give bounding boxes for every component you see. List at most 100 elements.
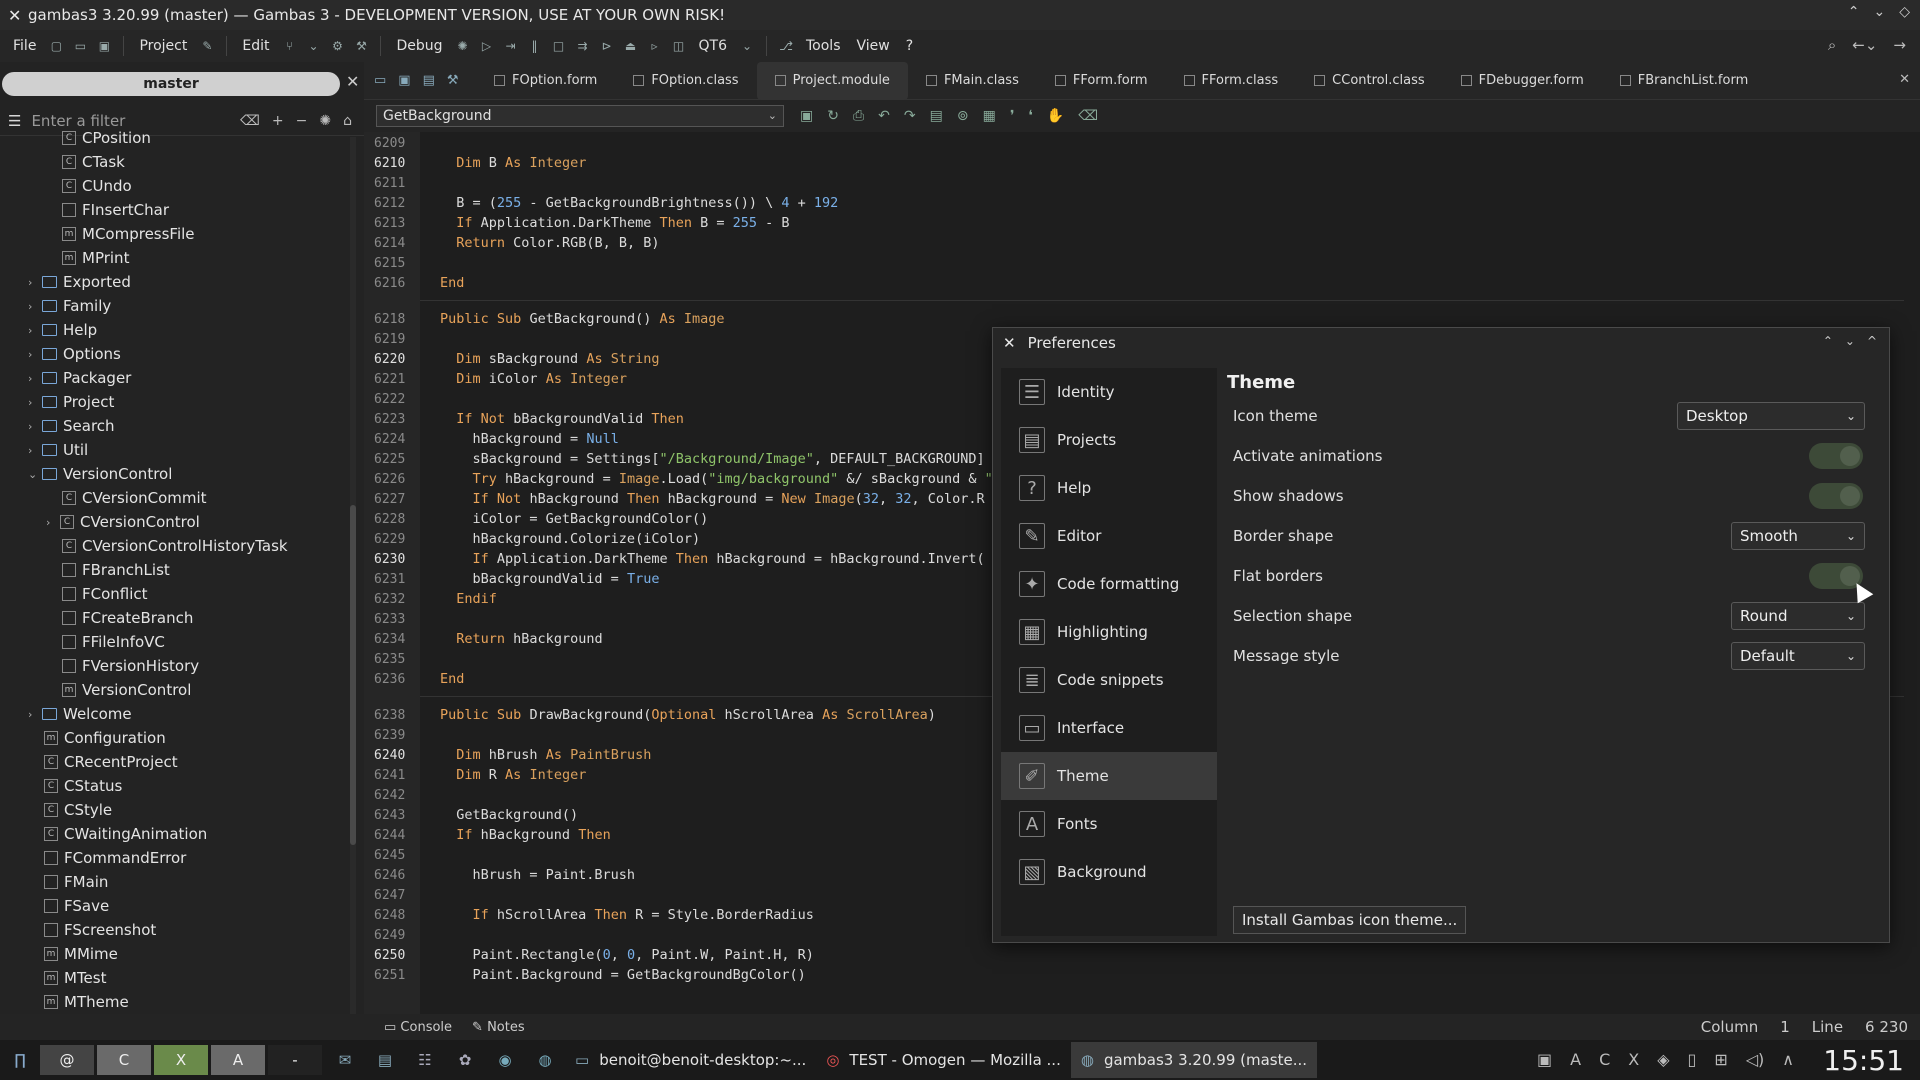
- find-icon[interactable]: ⊚: [957, 108, 969, 124]
- pref-category-theme[interactable]: ✐ Theme: [1001, 752, 1217, 800]
- code-line[interactable]: If Application.DarkTheme Then hBackgroun…: [440, 551, 985, 567]
- tree-item[interactable]: m VersionControl: [62, 678, 191, 702]
- code-line[interactable]: If hScrollArea Then R = Style.BorderRadi…: [440, 907, 814, 923]
- browser-icon[interactable]: ◉: [485, 1043, 525, 1077]
- close-icon[interactable]: ✕: [8, 6, 28, 25]
- pref-combo[interactable]: Default ⌄: [1731, 642, 1865, 670]
- code-line[interactable]: Endif: [440, 591, 497, 607]
- gimp-icon[interactable]: ✿: [445, 1043, 485, 1077]
- tree-item[interactable]: FCommandError: [44, 846, 186, 870]
- code-line[interactable]: Dim sBackground As String: [440, 351, 659, 367]
- tab-foption-form[interactable]: FOption.form: [476, 62, 615, 100]
- code-line[interactable]: End: [440, 275, 464, 291]
- code-line[interactable]: Dim hBrush As PaintBrush: [440, 747, 651, 763]
- tree-item[interactable]: ⌄ VersionControl: [28, 462, 172, 486]
- search-icon[interactable]: ⌕: [1828, 36, 1836, 54]
- bug-icon[interactable]: ✺: [454, 38, 472, 54]
- code-line[interactable]: GetBackground(): [440, 807, 578, 823]
- pref-category-interface[interactable]: ▭ Interface: [1001, 704, 1217, 752]
- console-tab[interactable]: ▭ Console: [384, 1020, 452, 1035]
- chevron-up-icon[interactable]: ∧: [1782, 1050, 1794, 1069]
- pencil-icon[interactable]: ✎: [198, 38, 216, 54]
- menu-edit[interactable]: Edit: [237, 36, 274, 56]
- undo-icon[interactable]: ↶: [878, 108, 890, 124]
- tray-c[interactable]: C: [1599, 1050, 1610, 1069]
- expand-arrow-icon[interactable]: ›: [28, 444, 42, 457]
- workspace-4[interactable]: -: [268, 1045, 322, 1075]
- tree-item[interactable]: FCreateBranch: [62, 606, 193, 630]
- chevron-down-icon[interactable]: ⌄: [738, 38, 756, 54]
- tree-item[interactable]: C CStyle: [44, 798, 112, 822]
- chat-icon[interactable]: ◍: [525, 1043, 565, 1077]
- pref-category-editor[interactable]: ✎ Editor: [1001, 512, 1217, 560]
- window-maximize-icon[interactable]: ◇: [1899, 4, 1910, 20]
- tree-item[interactable]: C CVersionCommit: [62, 486, 207, 510]
- pref-category-code-formatting[interactable]: ✦ Code formatting: [1001, 560, 1217, 608]
- trash-icon[interactable]: ⌫: [1078, 108, 1098, 124]
- code-line[interactable]: Public Sub DrawBackground(Optional hScro…: [440, 707, 936, 723]
- tree-item[interactable]: FInsertChar: [62, 198, 169, 222]
- tree-item[interactable]: C CPosition: [62, 126, 151, 150]
- tree-item[interactable]: › Exported: [28, 270, 131, 294]
- run-icon[interactable]: ▷: [478, 38, 496, 54]
- pref-category-help[interactable]: ? Help: [1001, 464, 1217, 512]
- install-icon-theme-button[interactable]: Install Gambas icon theme...: [1233, 906, 1467, 934]
- expand-arrow-icon[interactable]: ›: [28, 324, 42, 337]
- code-line[interactable]: Dim iColor As Integer: [440, 371, 627, 387]
- expand-arrow-icon[interactable]: ›: [28, 708, 42, 721]
- workspace-3[interactable]: A: [211, 1045, 265, 1075]
- git-icon[interactable]: ⎇: [777, 38, 795, 54]
- tree-item[interactable]: FSave: [44, 894, 109, 918]
- code-line[interactable]: Return hBackground: [440, 631, 602, 647]
- refresh-icon[interactable]: ↻: [827, 108, 839, 124]
- window-up-icon[interactable]: ⌃: [1823, 334, 1833, 348]
- qt-selector[interactable]: QT6: [694, 36, 732, 56]
- tree-item[interactable]: C CRecentProject: [44, 750, 178, 774]
- code-line[interactable]: Dim R As Integer: [440, 767, 586, 783]
- tray-x[interactable]: X: [1628, 1050, 1639, 1069]
- expand-arrow-icon[interactable]: ›: [28, 348, 42, 361]
- workspace-0[interactable]: @: [40, 1045, 94, 1075]
- format-icon[interactable]: ▦: [983, 108, 996, 124]
- code-line[interactable]: If Not bBackgroundValid Then: [440, 411, 684, 427]
- expand-arrow-icon[interactable]: ›: [28, 372, 42, 385]
- breakpoint-icon[interactable]: ❜: [1010, 108, 1015, 124]
- pref-combo[interactable]: Desktop ⌄: [1677, 402, 1865, 430]
- pref-category-highlighting[interactable]: ▦ Highlighting: [1001, 608, 1217, 656]
- code-line[interactable]: Public Sub GetBackground() As Image: [440, 311, 725, 327]
- tools-icon[interactable]: ⚒: [447, 73, 459, 88]
- tree-item[interactable]: m MTheme: [44, 990, 129, 1014]
- tree-item[interactable]: FMain: [44, 870, 108, 894]
- files-icon[interactable]: ▤: [365, 1043, 405, 1077]
- tree-item[interactable]: FScreenshot: [44, 918, 156, 942]
- eject-icon[interactable]: ⏏: [622, 38, 640, 54]
- code-line[interactable]: bBackgroundValid = True: [440, 571, 660, 587]
- code-line[interactable]: Try hBackground = Image.Load("img/backgr…: [440, 471, 993, 487]
- code-line[interactable]: Return Color.RGB(B, B, B): [440, 235, 659, 251]
- code-line[interactable]: End: [440, 671, 464, 687]
- tab-fmain-class[interactable]: FMain.class: [908, 62, 1037, 100]
- paste-icon[interactable]: ▤: [930, 108, 943, 124]
- tree-item[interactable]: FConflict: [62, 582, 148, 606]
- pref-category-fonts[interactable]: A Fonts: [1001, 800, 1217, 848]
- window-up-icon[interactable]: ⌃: [1848, 4, 1860, 20]
- forward-icon[interactable]: ⊳: [598, 38, 616, 54]
- save-icon[interactable]: ▣: [95, 38, 113, 54]
- pref-category-code-snippets[interactable]: ≣ Code snippets: [1001, 656, 1217, 704]
- code-line[interactable]: If Application.DarkTheme Then B = 255 - …: [440, 215, 789, 231]
- redo-icon[interactable]: ↷: [904, 108, 916, 124]
- tree-item[interactable]: m Configuration: [44, 726, 166, 750]
- code-line[interactable]: Paint.Background = GetBackgroundBgColor(…: [440, 967, 806, 983]
- stop-icon[interactable]: □: [550, 38, 568, 54]
- menu-debug[interactable]: Debug: [391, 36, 447, 56]
- tree-item[interactable]: m MCompressFile: [62, 222, 195, 246]
- close-icon[interactable]: ✕: [1003, 334, 1016, 352]
- tree-item[interactable]: › Help: [28, 318, 97, 342]
- code-line[interactable]: If Not hBackground Then hBackground = Ne…: [440, 491, 985, 507]
- pref-combo[interactable]: Round ⌄: [1731, 602, 1865, 630]
- pause-icon[interactable]: ‖: [526, 38, 544, 54]
- tree-item[interactable]: › Family: [28, 294, 111, 318]
- image-icon[interactable]: ▣: [1537, 1050, 1552, 1069]
- tree-item[interactable]: › Welcome: [28, 702, 132, 726]
- component-icon[interactable]: ◫: [670, 38, 688, 54]
